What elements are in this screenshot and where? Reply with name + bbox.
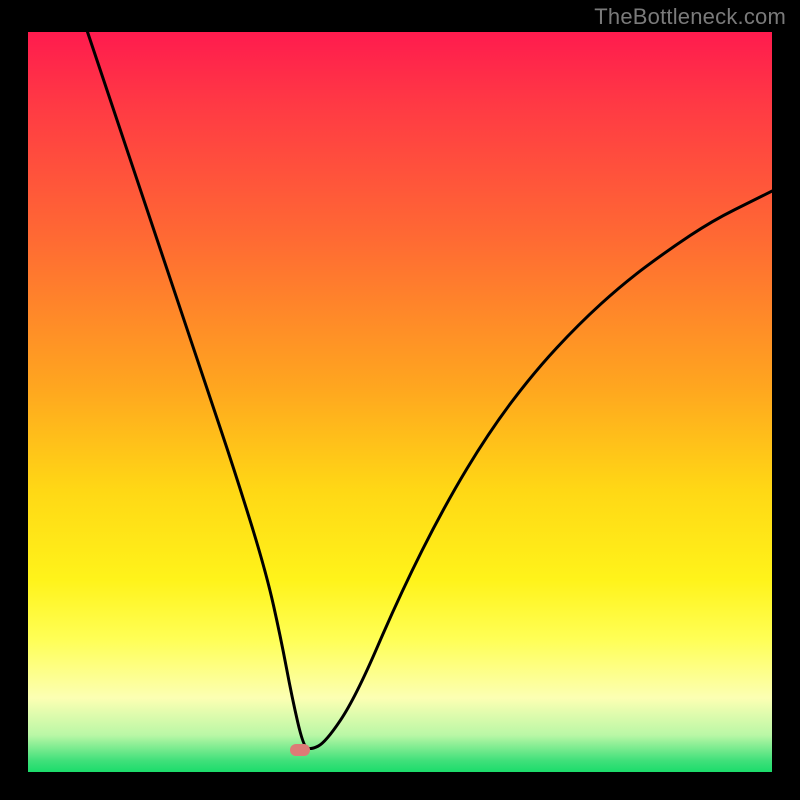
attribution-text: TheBottleneck.com: [594, 4, 786, 30]
optimum-marker: [290, 744, 310, 756]
plot-area: [28, 32, 772, 772]
chart-container: TheBottleneck.com: [0, 0, 800, 800]
bottleneck-curve: [28, 32, 772, 772]
